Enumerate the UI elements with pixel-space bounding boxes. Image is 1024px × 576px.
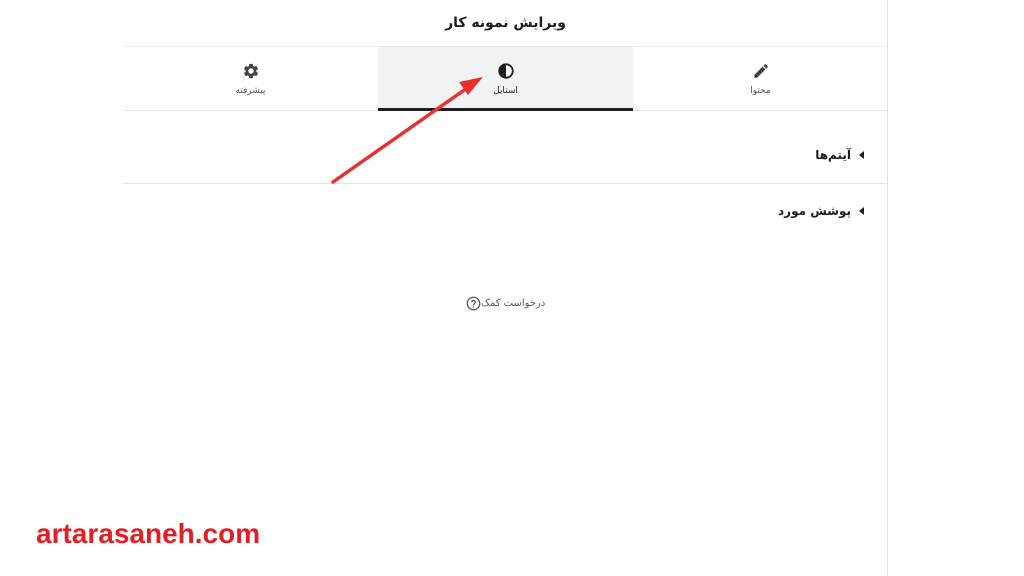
gear-icon [243,63,258,78]
section-items-label: آیتم‌ها [815,148,851,162]
pencil-icon [753,63,768,78]
tab-style[interactable]: استایل [378,47,633,111]
section-divider [123,183,888,184]
question-circle-icon [466,296,481,311]
tab-bar: پیشرفته استایل محتوا [123,47,888,111]
editor-panel: ویرایش نمونه کار پیشرفته استایل محتوا آی… [123,0,888,576]
panel-title: ویرایش نمونه کار [123,0,888,47]
panel-right-border [887,0,888,576]
section-items[interactable]: آیتم‌ها [123,140,888,170]
help-label: درخواست کمک [481,298,546,309]
tab-style-label: استایل [493,85,518,96]
caret-left-icon [859,151,864,159]
caret-left-icon [859,207,864,215]
section-item-cover[interactable]: پوشش مورد [123,196,888,226]
tab-content-label: محتوا [750,85,771,96]
tab-advanced-label: پیشرفته [235,85,266,96]
help-link[interactable]: درخواست کمک [460,296,545,311]
watermark-text: artarasaneh.com [36,518,261,549]
section-cover-label: پوشش مورد [778,204,851,218]
contrast-icon [497,62,514,79]
tab-advanced[interactable]: پیشرفته [123,47,378,110]
tab-content[interactable]: محتوا [633,47,888,110]
